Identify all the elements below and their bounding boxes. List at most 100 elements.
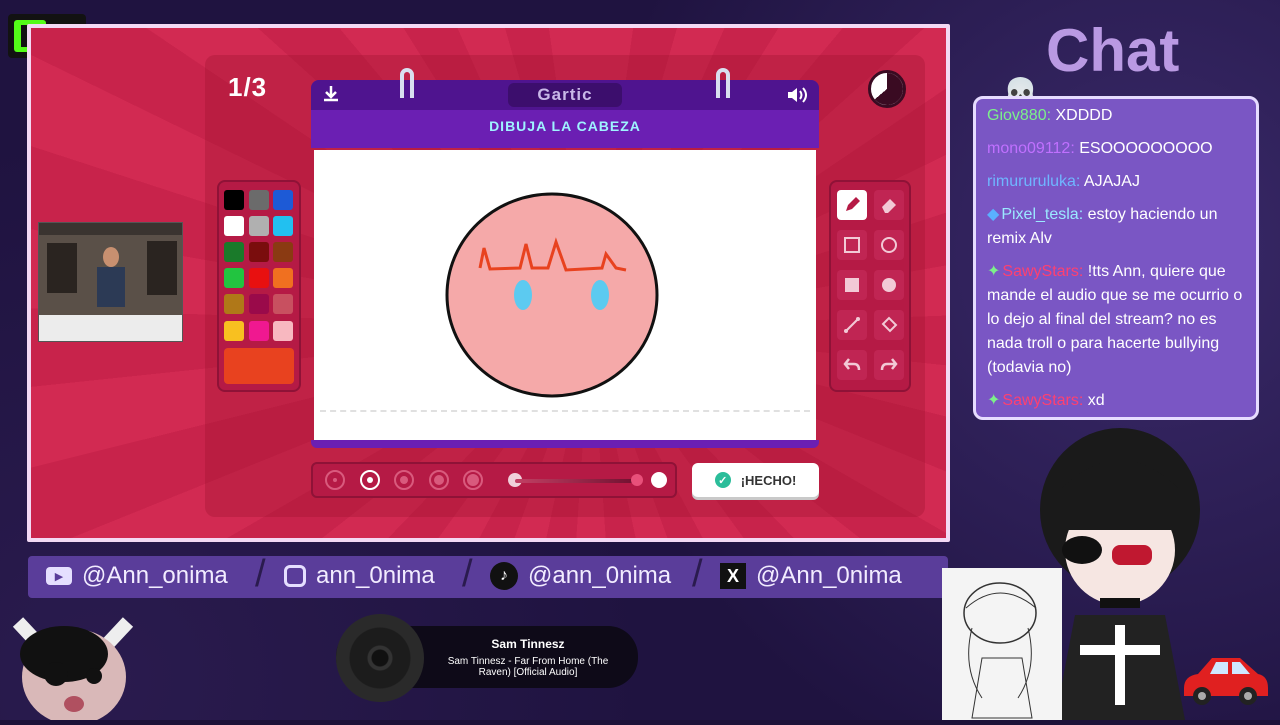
circle-fill-tool[interactable]	[874, 270, 904, 300]
brush-size-option[interactable]	[463, 470, 483, 490]
chat-message: mono09112: ESOOOOOOOOO	[987, 137, 1253, 161]
done-button[interactable]: ✓ ¡HECHO!	[692, 463, 819, 497]
brush-size-dot	[400, 476, 408, 484]
sketch-image	[963, 582, 1037, 719]
right-eye	[591, 280, 609, 310]
chat-message: ✦ SawyStars: xd	[987, 389, 1253, 413]
circle-outline-icon	[881, 237, 897, 253]
color-swatch[interactable]	[248, 242, 269, 263]
brush-size-option[interactable]	[394, 470, 414, 490]
brush-size-dot	[366, 477, 373, 483]
undo-icon	[843, 358, 861, 371]
color-swatch[interactable]	[273, 268, 293, 289]
color-swatch[interactable]	[273, 294, 293, 315]
youtube-handle[interactable]: ▶ @Ann_onima	[46, 562, 228, 590]
tiktok-icon: ♪	[490, 562, 518, 590]
color-swatch[interactable]	[273, 216, 293, 237]
webcam-image	[39, 223, 182, 341]
color-swatch[interactable]	[273, 190, 293, 210]
drawing-prompt: DIBUJA LA CABEZA	[489, 118, 641, 134]
line-icon	[844, 317, 860, 333]
star-badge-icon: ✦	[987, 263, 1001, 280]
round-counter: 1/3	[228, 72, 268, 102]
bucket-tool[interactable]	[874, 310, 904, 340]
color-swatch[interactable]	[248, 216, 269, 237]
chat-username[interactable]: SawyStars:	[1002, 392, 1083, 409]
circle-outline-tool[interactable]	[874, 230, 904, 260]
webcam-thumbnail	[38, 222, 183, 342]
color-swatch[interactable]	[224, 320, 244, 341]
opacity-max-dot	[651, 472, 667, 488]
chat-username[interactable]: Pixel_tesla:	[1001, 206, 1083, 223]
board-bottom	[311, 440, 819, 448]
color-swatch[interactable]	[224, 216, 244, 237]
color-swatch[interactable]	[248, 190, 269, 210]
download-icon[interactable]	[321, 84, 341, 109]
brush-size-option[interactable]	[428, 470, 449, 490]
redo-button[interactable]	[874, 350, 904, 380]
circle-fill-icon	[882, 278, 896, 292]
color-swatch[interactable]	[224, 268, 244, 289]
redo-icon	[880, 358, 898, 371]
volume-icon[interactable]	[786, 85, 808, 110]
square-fill-icon	[845, 278, 859, 292]
undo-button[interactable]	[837, 350, 867, 380]
song-artist: Sam Tinnesz	[491, 637, 565, 651]
chat-username[interactable]: mono09112:	[987, 140, 1075, 157]
brush-size-dot	[467, 474, 479, 486]
head-circle	[445, 192, 659, 398]
chat-title: Chat	[1046, 17, 1180, 84]
color-swatch[interactable]	[248, 268, 269, 289]
chat-username[interactable]: SawyStars:	[1002, 263, 1083, 280]
instagram-icon	[284, 565, 306, 587]
square-outline-icon	[844, 237, 860, 253]
canvas-divider	[320, 410, 810, 412]
brush-size-option[interactable]	[325, 470, 345, 490]
color-swatch[interactable]	[273, 320, 293, 341]
chat-text: ESOOOOOOOOO	[1079, 140, 1213, 157]
vinyl-icon	[336, 614, 424, 702]
tiktok-handle[interactable]: ♪ @ann_0nima	[490, 562, 671, 590]
instagram-handle[interactable]: ann_0nima	[284, 562, 435, 590]
eraser-icon	[882, 199, 896, 213]
color-swatch[interactable]	[273, 242, 293, 263]
pet-avatar	[12, 617, 134, 720]
gartic-logo: Gartic	[508, 83, 622, 107]
rect-outline-tool[interactable]	[837, 230, 867, 260]
binder-ring-icon	[400, 68, 414, 98]
pencil-icon	[846, 197, 860, 211]
cube-badge-icon: ◆	[987, 206, 1000, 223]
chat-username[interactable]: Giov880:	[987, 107, 1051, 124]
chat-message: rimururuluka: AJAJAJ	[987, 170, 1253, 194]
drawing-layer	[445, 192, 659, 398]
separator: /	[462, 553, 473, 595]
opacity-thumb[interactable]	[631, 474, 643, 486]
opacity-slider[interactable]	[515, 479, 640, 483]
color-swatch[interactable]	[248, 294, 269, 315]
instagram-text: ann_0nima	[316, 562, 435, 589]
color-swatch[interactable]	[224, 190, 244, 210]
chat-message: Giov880: XDDDD	[987, 104, 1253, 128]
done-button-label: ¡HECHO!	[740, 472, 797, 488]
chat-message: ✦ SawyStars: !tts Ann, quiere que mande e…	[987, 260, 1253, 380]
eraser-tool[interactable]	[874, 190, 904, 220]
tiktok-text: @ann_0nima	[528, 562, 672, 589]
song-title: Sam Tinnesz - Far From Home (The Raven) …	[447, 656, 609, 678]
color-swatch[interactable]	[248, 320, 269, 341]
current-color	[224, 348, 294, 384]
brush-size-option[interactable]	[359, 470, 380, 490]
x-handle[interactable]: X @Ann_0nima	[720, 562, 902, 590]
x-icon: X	[720, 563, 746, 589]
pencil-tool[interactable]	[837, 190, 867, 220]
color-swatch[interactable]	[224, 242, 244, 263]
separator: /	[255, 553, 266, 595]
binder-ring-icon	[716, 68, 730, 98]
bucket-icon	[881, 316, 898, 333]
star-badge-icon: ✦	[987, 392, 1001, 409]
chat-text: xd	[1087, 392, 1105, 409]
chat-username[interactable]: rimururuluka:	[987, 173, 1080, 190]
color-swatch[interactable]	[224, 294, 244, 315]
rect-fill-tool[interactable]	[837, 270, 867, 300]
chat-message: ◆ Pixel_tesla: estoy haciendo un remix Al…	[987, 203, 1253, 251]
line-tool[interactable]	[837, 310, 867, 340]
